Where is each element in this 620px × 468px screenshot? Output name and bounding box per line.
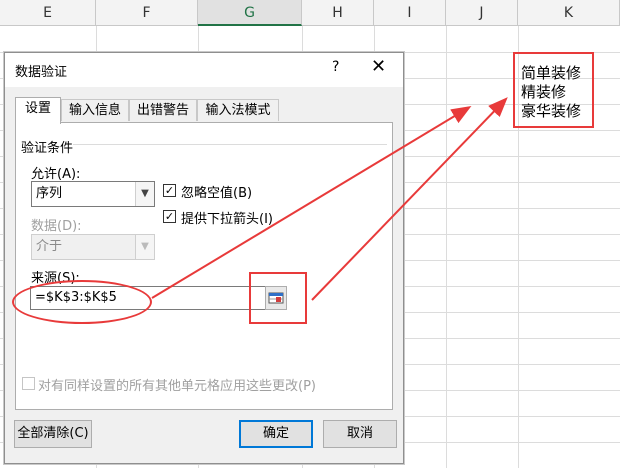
- dialog-title: 数据验证: [15, 65, 68, 80]
- data-validation-dialog: 数据验证 ? ✕ 设置 输入信息 出错警告 输入法模式 验证条件 允许(A): …: [4, 52, 404, 464]
- tab-error-alert[interactable]: 出错警告: [129, 99, 197, 121]
- data-label: 数据(D):: [31, 219, 82, 234]
- chevron-down-icon: ▼: [135, 235, 154, 259]
- col-header-i[interactable]: I: [374, 0, 446, 26]
- in-cell-dropdown-label[interactable]: 提供下拉箭头(I): [181, 208, 273, 227]
- data-select-value: 介于: [36, 239, 63, 254]
- clear-all-button[interactable]: 全部清除(C): [14, 420, 92, 448]
- ignore-blank-checkbox[interactable]: ✓: [163, 184, 176, 197]
- allow-label: 允许(A):: [31, 167, 81, 182]
- col-header-j[interactable]: J: [446, 0, 518, 26]
- allow-select[interactable]: 序列 ▼: [31, 181, 155, 207]
- help-icon[interactable]: ?: [332, 59, 339, 75]
- col-header-k[interactable]: K: [518, 0, 620, 26]
- section-divider: [73, 144, 387, 145]
- dialog-titlebar[interactable]: 数据验证 ? ✕: [5, 53, 403, 87]
- grid-line: [446, 26, 447, 468]
- annotation-box-range-button: [249, 272, 307, 324]
- col-header-g[interactable]: G: [198, 0, 302, 26]
- col-header-e[interactable]: E: [0, 0, 96, 26]
- section-title: 验证条件: [21, 141, 74, 156]
- apply-all-checkbox: [22, 377, 35, 390]
- ok-button[interactable]: 确定: [239, 420, 313, 448]
- col-header-f[interactable]: F: [96, 0, 198, 26]
- chevron-down-icon[interactable]: ▼: [135, 182, 154, 206]
- close-icon[interactable]: ✕: [371, 56, 386, 77]
- tab-input-message[interactable]: 输入信息: [61, 99, 129, 121]
- data-select: 介于 ▼: [31, 234, 155, 260]
- apply-all-label: 对有同样设置的所有其他单元格应用这些更改(P): [38, 379, 316, 394]
- in-cell-dropdown-checkbox[interactable]: ✓: [163, 210, 176, 223]
- tab-settings[interactable]: 设置: [15, 97, 61, 124]
- annotation-box-k-range: [513, 52, 594, 128]
- allow-select-value: 序列: [36, 186, 63, 201]
- tab-ime-mode[interactable]: 输入法模式: [197, 99, 279, 121]
- ignore-blank-label[interactable]: 忽略空值(B): [181, 182, 252, 201]
- col-header-h[interactable]: H: [302, 0, 374, 26]
- cancel-button[interactable]: 取消: [323, 420, 397, 448]
- annotation-ellipse-source: [12, 280, 152, 324]
